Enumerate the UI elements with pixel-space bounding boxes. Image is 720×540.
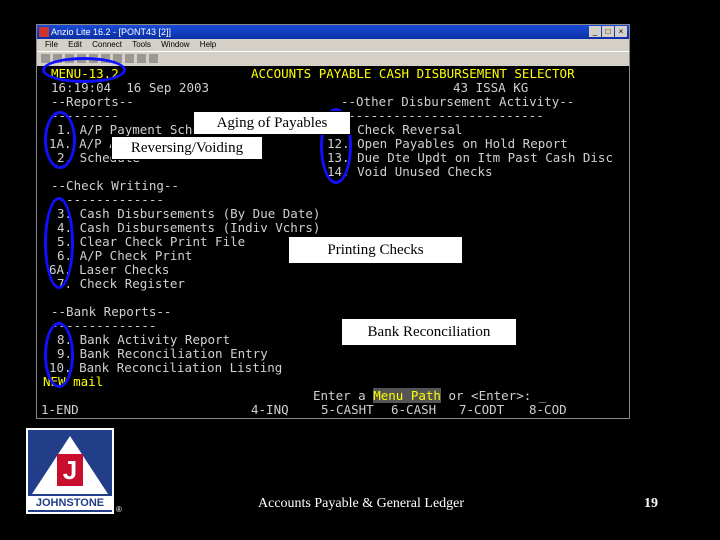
- menu-item-7[interactable]: 7. Check Register: [57, 277, 185, 291]
- bank-header: --Bank Reports--: [51, 304, 172, 319]
- check-items-ellipse: [44, 197, 74, 289]
- toolbar-button-icon[interactable]: [149, 54, 158, 63]
- window-title: Anzio Lite 16.2 - [PONT43 [2]]: [51, 27, 172, 37]
- menu-window[interactable]: Window: [161, 40, 189, 49]
- menu-id-highlight-ellipse: [42, 57, 126, 83]
- time-date: 16:19:04 16 Sep 2003: [51, 80, 210, 95]
- fkey-inq[interactable]: 4-INQ: [251, 403, 289, 417]
- menu-item-4[interactable]: 4. Cash Disbursements (Indiv Vchrs): [57, 221, 320, 235]
- menu-path-prompt[interactable]: Enter a Menu Path or <Enter>: _: [313, 388, 546, 403]
- app-icon: [39, 27, 49, 37]
- fkey-end[interactable]: 1-END: [41, 403, 79, 417]
- other-header: --Other Disbursement Activity--: [341, 94, 575, 109]
- menu-path-highlight: Menu Path: [373, 388, 441, 403]
- reports-header: --Reports--: [51, 94, 134, 109]
- menu-connect[interactable]: Connect: [92, 40, 122, 49]
- toolbar: [37, 51, 629, 67]
- menu-item-14[interactable]: 14. Void Unused Checks: [327, 165, 493, 179]
- menu-bar: File Edit Connect Tools Window Help: [37, 39, 629, 51]
- aging-callout: Aging of Payables: [193, 111, 351, 135]
- screen-title: ACCOUNTS PAYABLE CASH DISBURSEMENT SELEC…: [251, 66, 575, 81]
- logo-name: JOHNSTONE: [28, 496, 112, 510]
- johnstone-logo: J JOHNSTONE: [26, 428, 114, 514]
- menu-file[interactable]: File: [45, 40, 58, 49]
- toolbar-button-icon[interactable]: [137, 54, 146, 63]
- menu-item-6[interactable]: 6. A/P Check Print: [57, 249, 192, 263]
- bank-callout: Bank Reconciliation: [341, 318, 517, 346]
- maximize-icon[interactable]: □: [602, 26, 614, 37]
- other-underline: ----------------------------: [333, 108, 544, 123]
- registered-mark: ®: [116, 505, 122, 514]
- menu-item-13[interactable]: 13. Due Dte Updt on Itm Past Cash Disc: [327, 151, 613, 165]
- menu-item-9[interactable]: 9. Bank Reconciliation Entry: [57, 347, 268, 361]
- check-underline: ---------------: [51, 192, 164, 207]
- fkey-codt[interactable]: 7-CODT: [459, 403, 504, 417]
- menu-item-5[interactable]: 5. Clear Check Print File: [57, 235, 245, 249]
- window-titlebar[interactable]: Anzio Lite 16.2 - [PONT43 [2]] _ □ ×: [37, 25, 629, 39]
- footer-caption: Accounts Payable & General Ledger: [258, 496, 465, 511]
- reports-items-ellipse: [44, 111, 76, 169]
- minimize-icon[interactable]: _: [589, 26, 601, 37]
- fkey-cod[interactable]: 8-COD: [529, 403, 567, 417]
- menu-item-3[interactable]: 3. Cash Disbursements (By Due Date): [57, 207, 320, 221]
- logo-letter: J: [57, 454, 83, 486]
- menu-help[interactable]: Help: [200, 40, 216, 49]
- fkey-cash[interactable]: 6-CASH: [391, 403, 436, 417]
- page-number: 19: [644, 496, 658, 511]
- terminal-window: Anzio Lite 16.2 - [PONT43 [2]] _ □ × Fil…: [36, 24, 630, 419]
- reversing-callout: Reversing/Voiding: [111, 136, 263, 160]
- fkey-casht[interactable]: 5-CASHT: [321, 403, 374, 417]
- toolbar-button-icon[interactable]: [125, 54, 134, 63]
- menu-edit[interactable]: Edit: [68, 40, 82, 49]
- menu-item-12[interactable]: 12. Open Payables on Hold Report: [327, 137, 568, 151]
- printing-callout: Printing Checks: [288, 236, 463, 264]
- company-name: 43 ISSA KG: [453, 80, 529, 95]
- bank-items-ellipse: [44, 322, 74, 388]
- menu-item-8[interactable]: 8. Bank Activity Report: [57, 333, 230, 347]
- window-controls: _ □ ×: [589, 26, 627, 37]
- menu-item-10[interactable]: 10. Bank Reconciliation Listing: [49, 361, 282, 375]
- close-icon[interactable]: ×: [615, 26, 627, 37]
- check-header: --Check Writing--: [51, 178, 179, 193]
- menu-tools[interactable]: Tools: [132, 40, 151, 49]
